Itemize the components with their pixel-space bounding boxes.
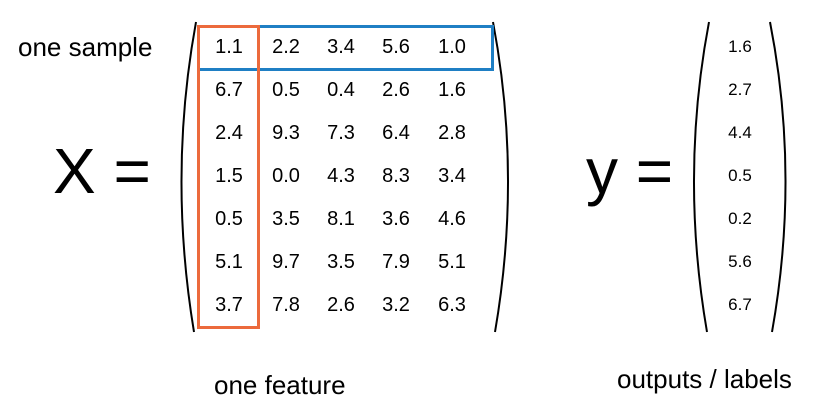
x-left-paren: [180, 21, 197, 333]
x-matrix-cell: 2.6: [382, 79, 410, 101]
x-matrix-cell: 0.0: [272, 165, 300, 187]
y-vector-cell: 5.6: [728, 252, 752, 271]
y-vector-cell: 2.7: [728, 80, 752, 99]
y-vector-cell: 0.2: [728, 209, 752, 228]
x-matrix-cell: 7.9: [382, 251, 410, 273]
x-matrix-cell: 3.6: [382, 208, 410, 230]
x-matrix-cell: 8.1: [327, 208, 355, 230]
x-matrix-cell: 3.2: [382, 294, 410, 316]
x-matrix-cell: 6.3: [438, 294, 466, 316]
x-matrix-cell: 7.3: [327, 122, 355, 144]
y-left-paren: [693, 21, 710, 333]
x-matrix-cell: 2.8: [438, 122, 466, 144]
y-vector-cell: 1.6: [728, 37, 752, 56]
x-matrix-cell: 2.6: [327, 294, 355, 316]
x-matrix-cell: 6.4: [382, 122, 410, 144]
x-matrix-cell: 9.3: [272, 122, 300, 144]
x-matrix-cell: 3.5: [327, 251, 355, 273]
y-vector-cell: 4.4: [728, 123, 752, 142]
y-right-paren: [769, 21, 787, 333]
x-matrix-cell: 3.5: [272, 208, 300, 230]
x-matrix-cell: 1.6: [438, 79, 466, 101]
x-matrix-cell: 0.4: [327, 79, 355, 101]
x-matrix-cell: 4.3: [327, 165, 355, 187]
x-matrix-cell: 0.5: [272, 79, 300, 101]
y-vector-cell: 0.5: [728, 166, 752, 185]
x-matrix-cell: 8.3: [382, 165, 410, 187]
x-matrix-cell: 5.1: [438, 251, 466, 273]
x-matrix-cell: 7.8: [272, 294, 300, 316]
x-matrix-cell: 4.6: [438, 208, 466, 230]
y-vector-cell: 6.7: [728, 295, 752, 314]
x-matrix-cell: 3.4: [438, 165, 466, 187]
x-matrix-cell: 9.7: [272, 251, 300, 273]
x-right-paren: [492, 21, 509, 333]
one-feature-highlight-box: [197, 25, 260, 329]
